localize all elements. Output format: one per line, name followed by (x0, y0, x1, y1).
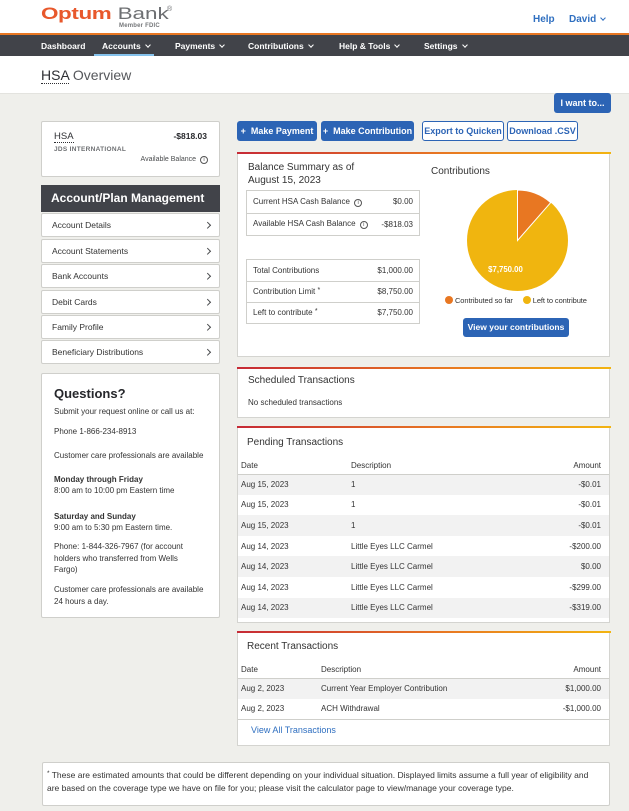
svg-text:$7,750.00: $7,750.00 (488, 265, 523, 274)
